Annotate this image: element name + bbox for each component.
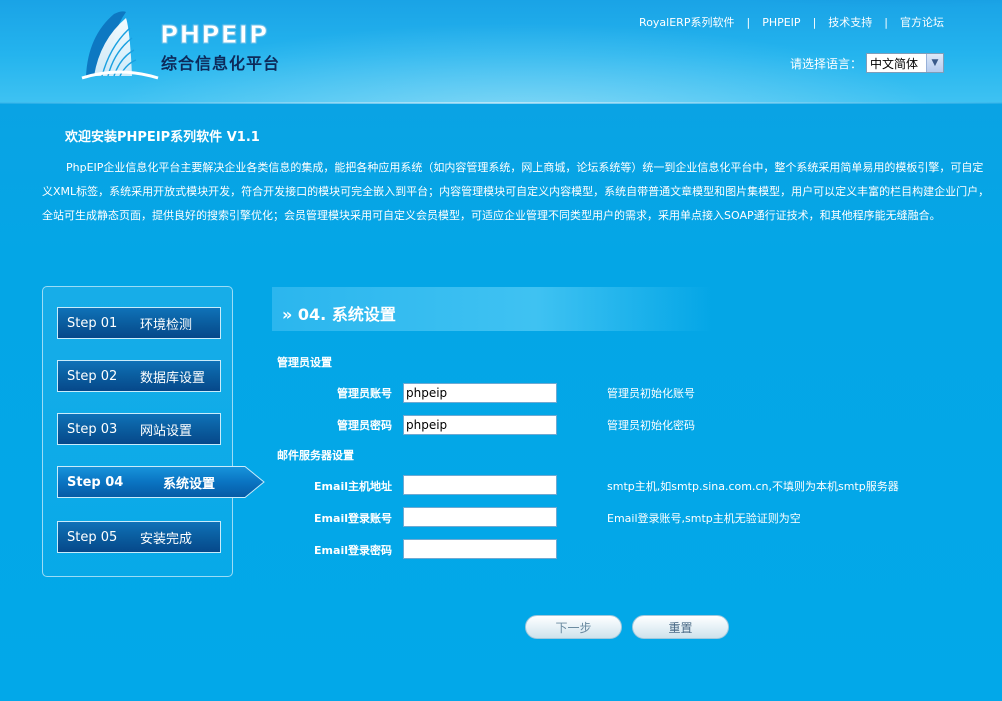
step-name: 安装完成: [140, 531, 193, 547]
email-host-hint: smtp主机,如smtp.sina.com.cn,不填则为本机smtp服务器: [607, 480, 899, 493]
step-name: 网站设置: [140, 423, 193, 439]
email-host-input[interactable]: [403, 475, 557, 495]
chevron-down-icon[interactable]: ▼: [926, 54, 943, 72]
logo-fan-icon: [81, 11, 159, 80]
admin-password-label: 管理员密码: [337, 419, 392, 432]
logo-subtitle: 综合信息化平台: [161, 54, 281, 73]
step-number: Step 03: [67, 421, 118, 437]
email-account-input[interactable]: [403, 507, 557, 527]
email-host-label: Email主机地址: [314, 480, 392, 493]
reset-button[interactable]: 重置: [632, 615, 729, 639]
language-select[interactable]: 中文简体 ▼: [866, 53, 944, 73]
phpeip-logo: PHPEIP 综合信息化平台: [80, 6, 280, 86]
step-name: 系统设置: [163, 476, 216, 492]
email-account-label: Email登录账号: [314, 512, 392, 525]
nav-royalerp[interactable]: RoyalERP系列软件: [639, 16, 734, 29]
top-nav: RoyalERP系列软件 | PHPEIP | 技术支持 | 官方论坛: [639, 14, 944, 30]
step-04-active[interactable]: Step 04 系统设置: [57, 466, 265, 498]
admin-section-title: 管理员设置: [277, 356, 332, 369]
admin-password-input[interactable]: [403, 415, 557, 435]
email-password-input[interactable]: [403, 539, 557, 559]
email-password-label: Email登录密码: [314, 544, 392, 557]
intro-description: PhpEIP企业信息化平台主要解决企业各类信息的集成，能把各种应用系统（如内容管…: [42, 161, 990, 222]
step-01[interactable]: Step 01 环境检测: [57, 307, 221, 339]
page-title: » 04. 系统设置: [282, 305, 396, 324]
header-divider: [0, 102, 1002, 104]
email-account-hint: Email登录账号,smtp主机无验证则为空: [607, 512, 801, 525]
nav-separator: |: [812, 16, 817, 29]
step-name: 数据库设置: [140, 370, 206, 386]
step-number: Step 02: [67, 368, 118, 384]
nav-tech-support[interactable]: 技术支持: [828, 16, 872, 29]
step-number: Step 05: [67, 529, 118, 545]
step-number: Step 04: [67, 474, 124, 490]
mail-section-title: 邮件服务器设置: [277, 449, 354, 462]
language-row: 请选择语言： 中文简体 ▼: [790, 53, 944, 73]
welcome-title: 欢迎安装PHPEIP系列软件 V1.1: [65, 130, 260, 145]
step-name: 环境检测: [140, 317, 193, 333]
admin-account-hint: 管理员初始化账号: [607, 387, 695, 400]
logo-title: PHPEIP: [159, 20, 269, 50]
language-selected-value: 中文简体: [870, 56, 919, 71]
admin-account-input[interactable]: [403, 383, 557, 403]
nav-separator: |: [884, 16, 888, 29]
step-number: Step 01: [67, 315, 118, 331]
installer-page: PHPEIP 综合信息化平台 RoyalERP系列软件 | PHPEIP | 技术支持 |…: [0, 0, 1002, 701]
step-02[interactable]: Step 02 数据库设置: [57, 360, 221, 392]
nav-separator: |: [746, 16, 751, 29]
language-label: 请选择语言：: [789, 56, 862, 71]
step-05[interactable]: Step 05 安装完成: [57, 521, 221, 553]
step-03[interactable]: Step 03 网站设置: [57, 413, 221, 445]
next-step-button[interactable]: 下一步: [525, 615, 622, 639]
nav-phpeip[interactable]: PHPEIP: [762, 16, 800, 29]
steps-panel: Step 01 环境检测 Step 02 数据库设置 Step 03 网站设置: [42, 286, 265, 577]
admin-account-label: 管理员账号: [337, 387, 392, 400]
admin-password-hint: 管理员初始化密码: [607, 419, 695, 432]
nav-forum[interactable]: 官方论坛: [900, 16, 944, 29]
